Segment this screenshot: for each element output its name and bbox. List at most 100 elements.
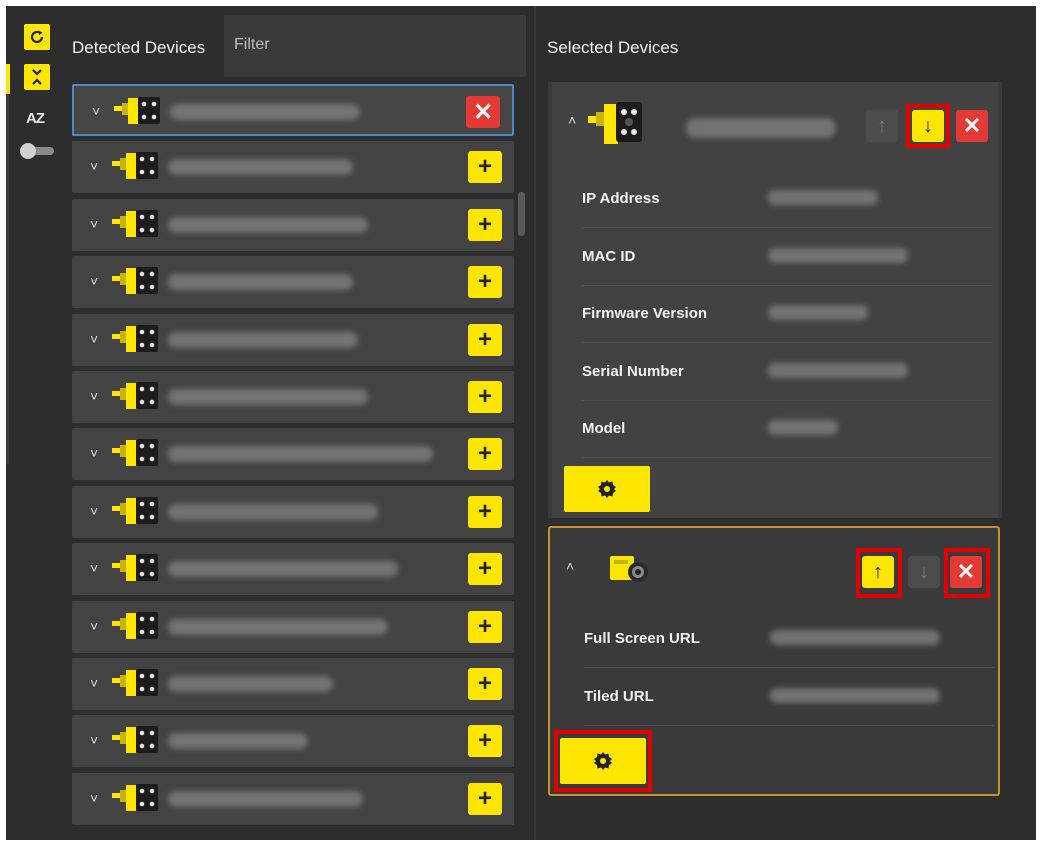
- device-row[interactable]: ˅ +: [72, 313, 514, 366]
- highlight-frame: [554, 730, 652, 792]
- collapse-all-icon: [32, 69, 42, 85]
- device-row[interactable]: ˅ +: [72, 715, 514, 768]
- device-manager-window: AZ Detected Devices ˅✕˅+˅+˅+˅+˅+˅+˅+˅+˅+…: [6, 6, 1036, 840]
- camera-icon: [114, 96, 164, 131]
- add-device-button[interactable]: +: [468, 151, 502, 184]
- expand-chevron-icon[interactable]: ˅: [90, 159, 98, 173]
- device-name-redacted: [168, 216, 368, 233]
- device-row[interactable]: ˅ +: [72, 772, 514, 825]
- add-device-button[interactable]: +: [468, 495, 502, 528]
- add-device-button[interactable]: +: [468, 266, 502, 299]
- add-device-button[interactable]: +: [468, 610, 502, 643]
- property-row: IP Address: [582, 170, 992, 228]
- gear-icon: [598, 480, 616, 498]
- camera-icon: [112, 553, 162, 588]
- filter-box[interactable]: [224, 15, 526, 77]
- property-row: Tiled URL: [584, 668, 994, 726]
- camera-icon: [112, 324, 162, 359]
- list-scrollbar[interactable]: [518, 192, 525, 236]
- property-label: Model: [582, 420, 626, 437]
- add-device-button[interactable]: +: [468, 381, 502, 413]
- device-name-redacted: [170, 104, 360, 120]
- expand-chevron-icon[interactable]: ˅: [90, 274, 98, 288]
- camera-icon: [112, 725, 162, 760]
- property-value-redacted: [768, 190, 878, 205]
- device-row[interactable]: ˅ +: [72, 658, 514, 710]
- camera-icon: [588, 100, 648, 151]
- expand-chevron-icon[interactable]: ˅: [92, 104, 100, 118]
- property-label: Firmware Version: [582, 305, 708, 322]
- camera-icon: [112, 783, 162, 818]
- sort-toggle[interactable]: [20, 143, 56, 159]
- device-row[interactable]: ˅ +: [72, 428, 514, 481]
- property-value-redacted: [768, 247, 908, 263]
- property-value-redacted: [768, 362, 908, 378]
- camera-icon: [112, 381, 162, 416]
- filter-input[interactable]: [232, 35, 516, 55]
- device-name-redacted: [168, 159, 353, 176]
- move-up-button[interactable]: ↑: [866, 110, 898, 142]
- device-row[interactable]: ˅ +: [72, 600, 514, 653]
- toggle-knob: [20, 143, 36, 159]
- camera-icon: [112, 151, 162, 186]
- property-value-redacted: [770, 630, 940, 645]
- add-device-button[interactable]: +: [468, 725, 502, 758]
- collapse-chevron-icon[interactable]: ˄: [568, 112, 576, 128]
- expand-chevron-icon[interactable]: ˅: [90, 733, 98, 747]
- add-device-button[interactable]: +: [468, 438, 502, 471]
- collapse-chevron-icon[interactable]: ˄: [566, 558, 574, 574]
- property-row: Firmware Version: [582, 285, 992, 343]
- expand-chevron-icon[interactable]: ˅: [90, 791, 98, 805]
- device-name-redacted: [168, 790, 363, 807]
- device-name-redacted: [168, 446, 433, 463]
- expand-chevron-icon[interactable]: ˅: [90, 619, 98, 633]
- add-device-button[interactable]: +: [468, 208, 502, 241]
- add-device-button[interactable]: +: [468, 782, 502, 815]
- toolbar-edge: [6, 94, 9, 464]
- add-device-button[interactable]: +: [468, 553, 502, 586]
- expand-chevron-icon[interactable]: ˅: [90, 389, 98, 403]
- device-row[interactable]: ˅ +: [72, 485, 514, 538]
- remove-device-button[interactable]: ✕: [466, 96, 500, 128]
- panel-divider: [534, 6, 536, 840]
- add-device-button[interactable]: +: [468, 668, 502, 700]
- camera-icon: [112, 209, 162, 244]
- expand-chevron-icon[interactable]: ˅: [90, 446, 98, 460]
- move-down-button[interactable]: ↓: [908, 556, 940, 588]
- device-name-redacted: [168, 676, 333, 692]
- camera-icon: [112, 611, 162, 646]
- expand-chevron-icon[interactable]: ˅: [90, 332, 98, 346]
- add-device-button[interactable]: +: [468, 323, 502, 356]
- device-name-redacted: [168, 561, 398, 578]
- expand-chevron-icon[interactable]: ˅: [90, 217, 98, 231]
- device-row[interactable]: ˅ ✕: [72, 84, 514, 136]
- expand-chevron-icon[interactable]: ˅: [90, 561, 98, 575]
- property-label: Tiled URL: [584, 687, 654, 705]
- device-name-redacted: [168, 503, 378, 520]
- selected-device-card-2: ˄ ↑ ↓ ✕ Full Screen URL Tiled URL: [548, 526, 1000, 796]
- property-value-redacted: [770, 687, 940, 703]
- smart-camera-icon: [608, 552, 652, 591]
- collapse-all-button[interactable]: [24, 64, 50, 90]
- refresh-icon: [30, 30, 44, 44]
- property-label: Full Screen URL: [584, 630, 700, 647]
- device-row[interactable]: ˅ +: [72, 256, 514, 309]
- settings-button[interactable]: [564, 466, 650, 512]
- device-name-redacted: [686, 118, 836, 138]
- device-row[interactable]: ˅ +: [72, 543, 514, 596]
- property-row: Model: [582, 400, 992, 458]
- device-row[interactable]: ˅ +: [72, 371, 514, 423]
- expand-chevron-icon[interactable]: ˅: [90, 504, 98, 518]
- device-name-redacted: [168, 733, 308, 750]
- detected-devices-list: ˅ ✕ ˅ + ˅ + ˅ + ˅ + ˅ + ˅ + ˅ + ˅ + ˅ + ˅ + ˅ + ˅ +: [72, 84, 516, 840]
- device-row[interactable]: ˅ +: [72, 141, 514, 194]
- camera-icon: [112, 668, 162, 703]
- camera-icon: [112, 266, 162, 301]
- expand-chevron-icon[interactable]: ˅: [90, 676, 98, 690]
- left-toolbar: AZ: [6, 6, 68, 840]
- remove-device-button[interactable]: ✕: [956, 110, 988, 142]
- selected-devices-title: Selected Devices: [547, 38, 679, 57]
- refresh-button[interactable]: [24, 24, 50, 50]
- highlight-frame: [856, 548, 902, 598]
- device-row[interactable]: ˅ +: [72, 198, 514, 251]
